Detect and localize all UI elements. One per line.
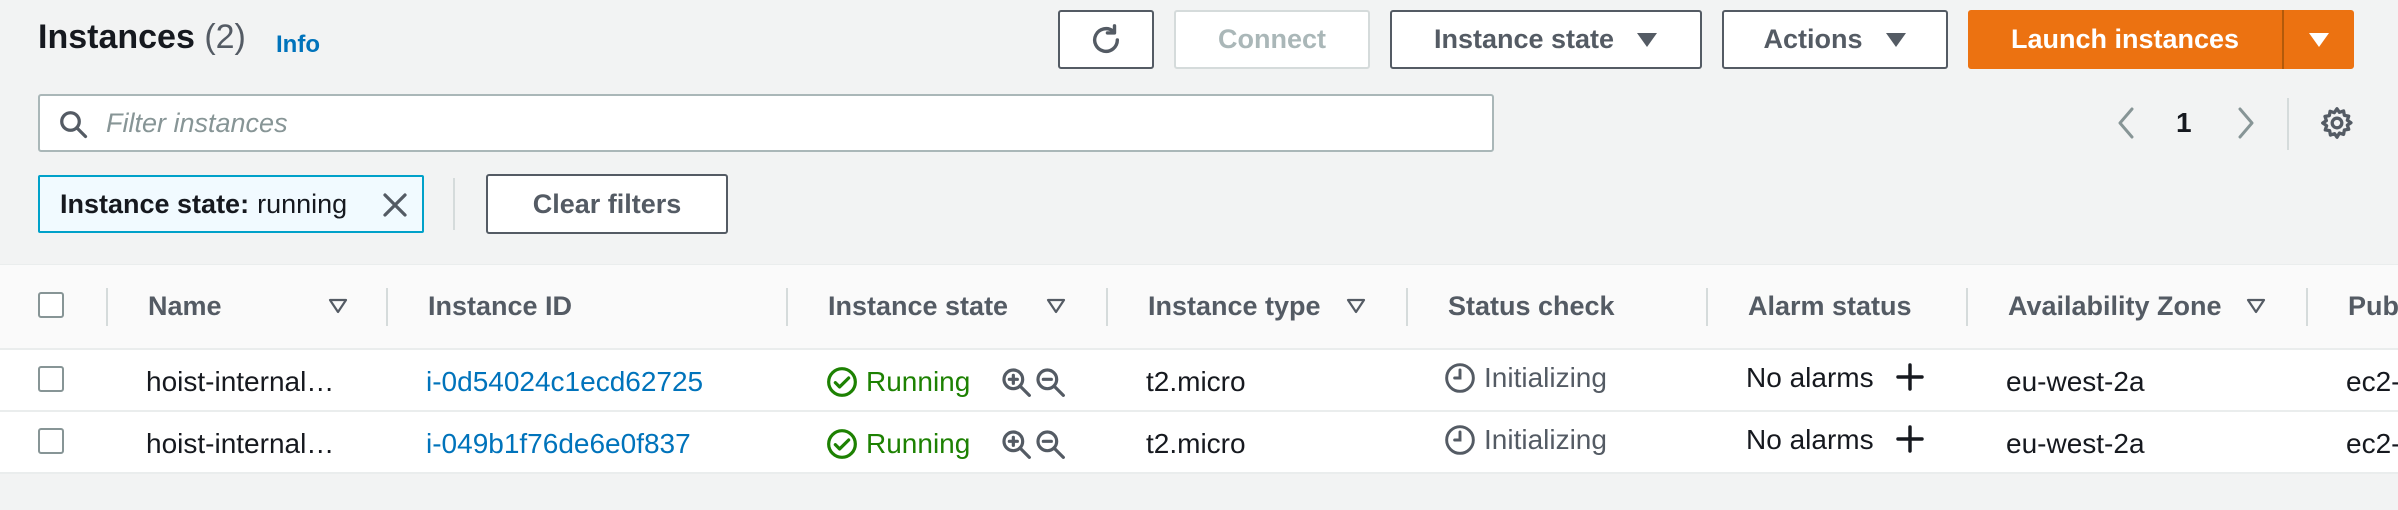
caret-down-icon	[2309, 32, 2329, 47]
actions-label: Actions	[1763, 24, 1863, 54]
check-circle-icon	[827, 367, 857, 397]
public-dns-value: ec2-	[2346, 366, 2398, 397]
caret-down-icon	[1637, 32, 1658, 47]
current-page[interactable]: 1	[2176, 107, 2192, 139]
settings-gear-icon[interactable]	[2319, 105, 2355, 141]
column-divider	[106, 288, 108, 326]
launch-instances-label: Launch instances	[2010, 24, 2240, 54]
clock-icon	[1445, 425, 1475, 455]
add-alarm-icon[interactable]	[1894, 423, 1926, 455]
column-header-status-check[interactable]: Status check	[1448, 291, 1615, 322]
column-header-alarm-status[interactable]: Alarm status	[1748, 291, 1912, 322]
public-dns-value: ec2-	[2346, 428, 2398, 459]
availability-zone-value: eu-west-2a	[2006, 366, 2145, 397]
clear-filters-button[interactable]: Clear filters	[486, 174, 728, 234]
clock-icon	[1445, 363, 1475, 393]
info-link[interactable]: Info	[276, 31, 320, 59]
availability-zone-value: eu-west-2a	[2006, 428, 2145, 459]
column-header-availability-zone[interactable]: Availability Zone	[2008, 291, 2222, 322]
filter-triangle-icon[interactable]	[1046, 298, 1066, 314]
connect-label: Connect	[1218, 24, 1326, 54]
instance-state-value: Running	[866, 366, 971, 397]
launch-instances-button[interactable]: Launch instances	[1968, 10, 2282, 69]
column-header-instance-id[interactable]: Instance ID	[428, 291, 572, 322]
caret-down-icon	[1885, 32, 1906, 47]
zoom-in-icon[interactable]	[1000, 428, 1032, 460]
column-divider	[786, 288, 788, 326]
filter-instances-input[interactable]	[106, 96, 1476, 150]
row-checkbox[interactable]	[38, 428, 64, 454]
instance-state-button[interactable]: Instance state	[1390, 10, 1702, 69]
check-circle-icon	[827, 429, 857, 459]
column-divider	[1106, 288, 1108, 326]
launch-instances-dropdown[interactable]	[2284, 10, 2354, 69]
alarm-status-value: No alarms	[1746, 424, 1874, 455]
instance-state-label: Instance state	[1433, 24, 1615, 54]
remove-filter-icon[interactable]	[380, 190, 410, 220]
instance-name: hoist-internal…	[146, 366, 335, 397]
column-divider	[2306, 288, 2308, 326]
column-divider	[386, 288, 388, 326]
refresh-icon	[1092, 23, 1120, 53]
instance-state-value: Running	[866, 428, 971, 459]
refresh-button[interactable]	[1058, 10, 1154, 69]
pagination-divider	[2287, 98, 2289, 150]
actions-button[interactable]: Actions	[1722, 10, 1948, 69]
status-check-value: Initializing	[1484, 362, 1607, 393]
previous-page-icon[interactable]	[2116, 106, 2138, 140]
row-checkbox[interactable]	[38, 366, 64, 392]
add-alarm-icon[interactable]	[1894, 361, 1926, 393]
page-title: Instances (2)	[38, 18, 246, 57]
instance-id-link[interactable]: i-049b1f76de6e0f837	[426, 428, 691, 460]
next-page-icon[interactable]	[2234, 106, 2256, 140]
column-header-instance-type[interactable]: Instance type	[1148, 291, 1321, 322]
column-divider	[1966, 288, 1968, 326]
filter-token-key: Instance state:	[60, 188, 250, 219]
zoom-out-icon[interactable]	[1034, 366, 1066, 398]
status-check-value: Initializing	[1484, 424, 1607, 455]
column-header-name[interactable]: Name	[148, 291, 222, 322]
page-title-text: Instances	[38, 18, 195, 56]
clear-filters-label: Clear filters	[532, 188, 682, 219]
filter-token-instance-state: Instance state: running	[38, 175, 424, 233]
column-header-public[interactable]: Pub	[2348, 291, 2398, 322]
connect-button[interactable]: Connect	[1174, 10, 1370, 69]
filter-instances-box	[38, 94, 1494, 152]
instance-type-value: t2.micro	[1146, 428, 1246, 459]
zoom-out-icon[interactable]	[1034, 428, 1066, 460]
filter-token-value: running	[257, 188, 348, 219]
zoom-in-icon[interactable]	[1000, 366, 1032, 398]
instance-type-value: t2.micro	[1146, 366, 1246, 397]
instance-count: (2)	[204, 18, 246, 56]
token-divider	[453, 178, 455, 230]
filter-triangle-icon[interactable]	[328, 298, 348, 314]
instance-name: hoist-internal…	[146, 428, 335, 459]
search-icon	[60, 111, 88, 139]
column-divider	[1706, 288, 1708, 326]
instance-id-link[interactable]: i-0d54024c1ecd62725	[426, 366, 703, 398]
filter-triangle-icon[interactable]	[2246, 298, 2266, 314]
filter-triangle-icon[interactable]	[1346, 298, 1366, 314]
column-divider	[1406, 288, 1408, 326]
column-header-instance-state[interactable]: Instance state	[828, 291, 1008, 322]
alarm-status-value: No alarms	[1746, 362, 1874, 393]
select-all-checkbox[interactable]	[38, 292, 64, 318]
